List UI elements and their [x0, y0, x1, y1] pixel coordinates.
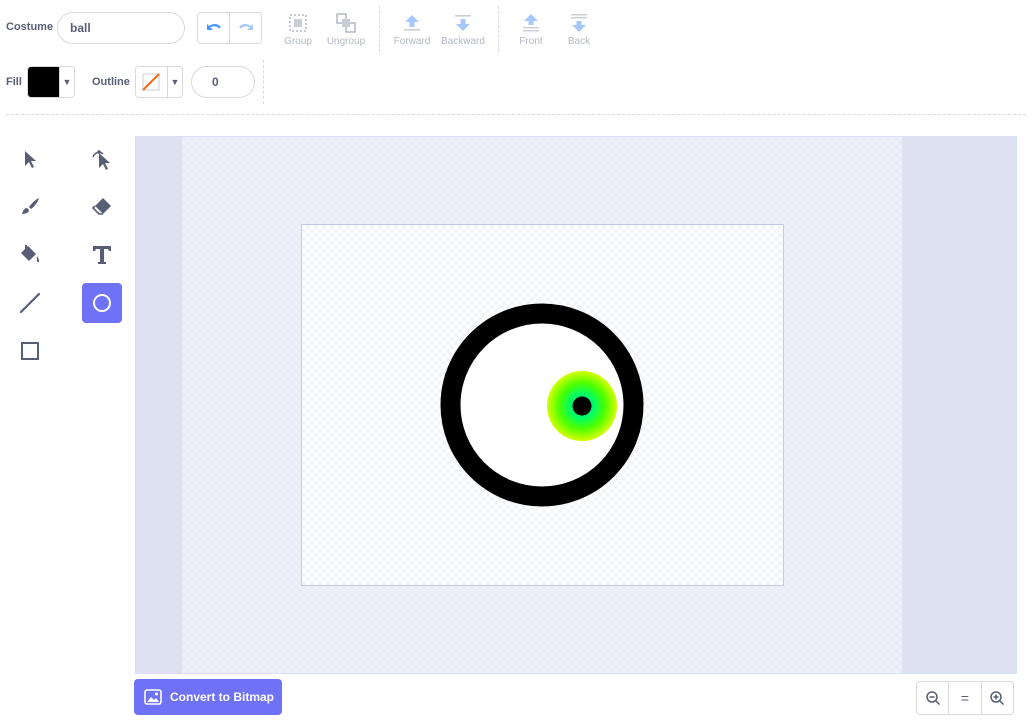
rectangle-tool[interactable] [10, 331, 50, 371]
forward-icon [404, 15, 420, 31]
group-icon [289, 14, 307, 32]
paint-canvas-area[interactable] [135, 136, 1017, 674]
outline-color-picker[interactable]: ▼ [135, 66, 183, 98]
zoom-reset-button[interactable]: = [948, 682, 980, 714]
zoom-in-button[interactable] [980, 682, 1013, 714]
brush-icon [22, 198, 39, 214]
select-tool[interactable] [10, 139, 50, 179]
outline-label: Outline [92, 76, 130, 88]
zoom-out-icon [925, 691, 940, 706]
convert-to-bitmap-button[interactable]: Convert to Bitmap [134, 679, 282, 715]
zoom-controls: = [916, 681, 1014, 715]
outline-width-value: 0 [212, 75, 219, 89]
circle-tool[interactable] [82, 283, 122, 323]
eraser-tool[interactable] [82, 187, 122, 227]
backward-icon [455, 15, 471, 31]
back-icon [571, 14, 587, 32]
backward-button[interactable]: Backward [433, 10, 493, 47]
undo-button[interactable] [198, 13, 229, 43]
redo-icon [238, 23, 253, 30]
zoom-in-icon [990, 691, 1005, 706]
line-tool[interactable] [10, 283, 50, 323]
paint-bucket-icon [21, 245, 39, 263]
fill-color-picker[interactable]: ▼ [27, 66, 75, 98]
backward-label: Backward [441, 36, 485, 47]
fill-label: Fill [6, 76, 22, 88]
redo-button[interactable] [229, 13, 261, 43]
ungroup-button[interactable]: Ungroup [316, 10, 376, 47]
fill-color-swatch [28, 67, 59, 97]
outline-color-swatch [136, 67, 167, 97]
costume-name-input[interactable]: ball [57, 12, 185, 44]
reshape-icon [92, 150, 110, 170]
circle-icon [93, 294, 111, 312]
convert-to-bitmap-label: Convert to Bitmap [170, 690, 275, 704]
toolbar-divider-horizontal [6, 114, 1026, 115]
back-button[interactable]: Back [549, 10, 609, 47]
no-color-icon [142, 73, 160, 91]
brush-tool[interactable] [10, 187, 50, 227]
rectangle-icon [21, 342, 39, 360]
chevron-down-icon: ▼ [59, 67, 74, 97]
chevron-down-icon: ▼ [167, 67, 182, 97]
undo-icon [206, 23, 221, 30]
outline-width-input[interactable]: 0 [191, 66, 255, 98]
line-icon [19, 292, 41, 314]
eraser-icon [91, 198, 111, 215]
costume-drawing [440, 303, 644, 507]
reshape-tool[interactable] [82, 139, 122, 179]
costume-name-value: ball [70, 21, 91, 35]
back-label: Back [567, 36, 591, 47]
text-tool[interactable] [82, 235, 122, 275]
select-arrow-icon [25, 151, 36, 168]
ungroup-icon [336, 13, 356, 33]
text-icon [93, 246, 111, 264]
front-icon [523, 14, 539, 32]
toolbar-divider [498, 6, 499, 52]
zoom-out-button[interactable] [917, 682, 948, 714]
fill-tool[interactable] [10, 235, 50, 275]
undo-redo-group [197, 12, 262, 44]
toolbar-divider [379, 6, 380, 52]
ball-pupil-shape [572, 396, 592, 416]
ungroup-label: Ungroup [326, 36, 366, 47]
toolbar-divider [263, 60, 264, 104]
zoom-reset-label: = [960, 690, 970, 706]
costume-label: Costume [6, 21, 54, 33]
image-icon [144, 689, 162, 705]
